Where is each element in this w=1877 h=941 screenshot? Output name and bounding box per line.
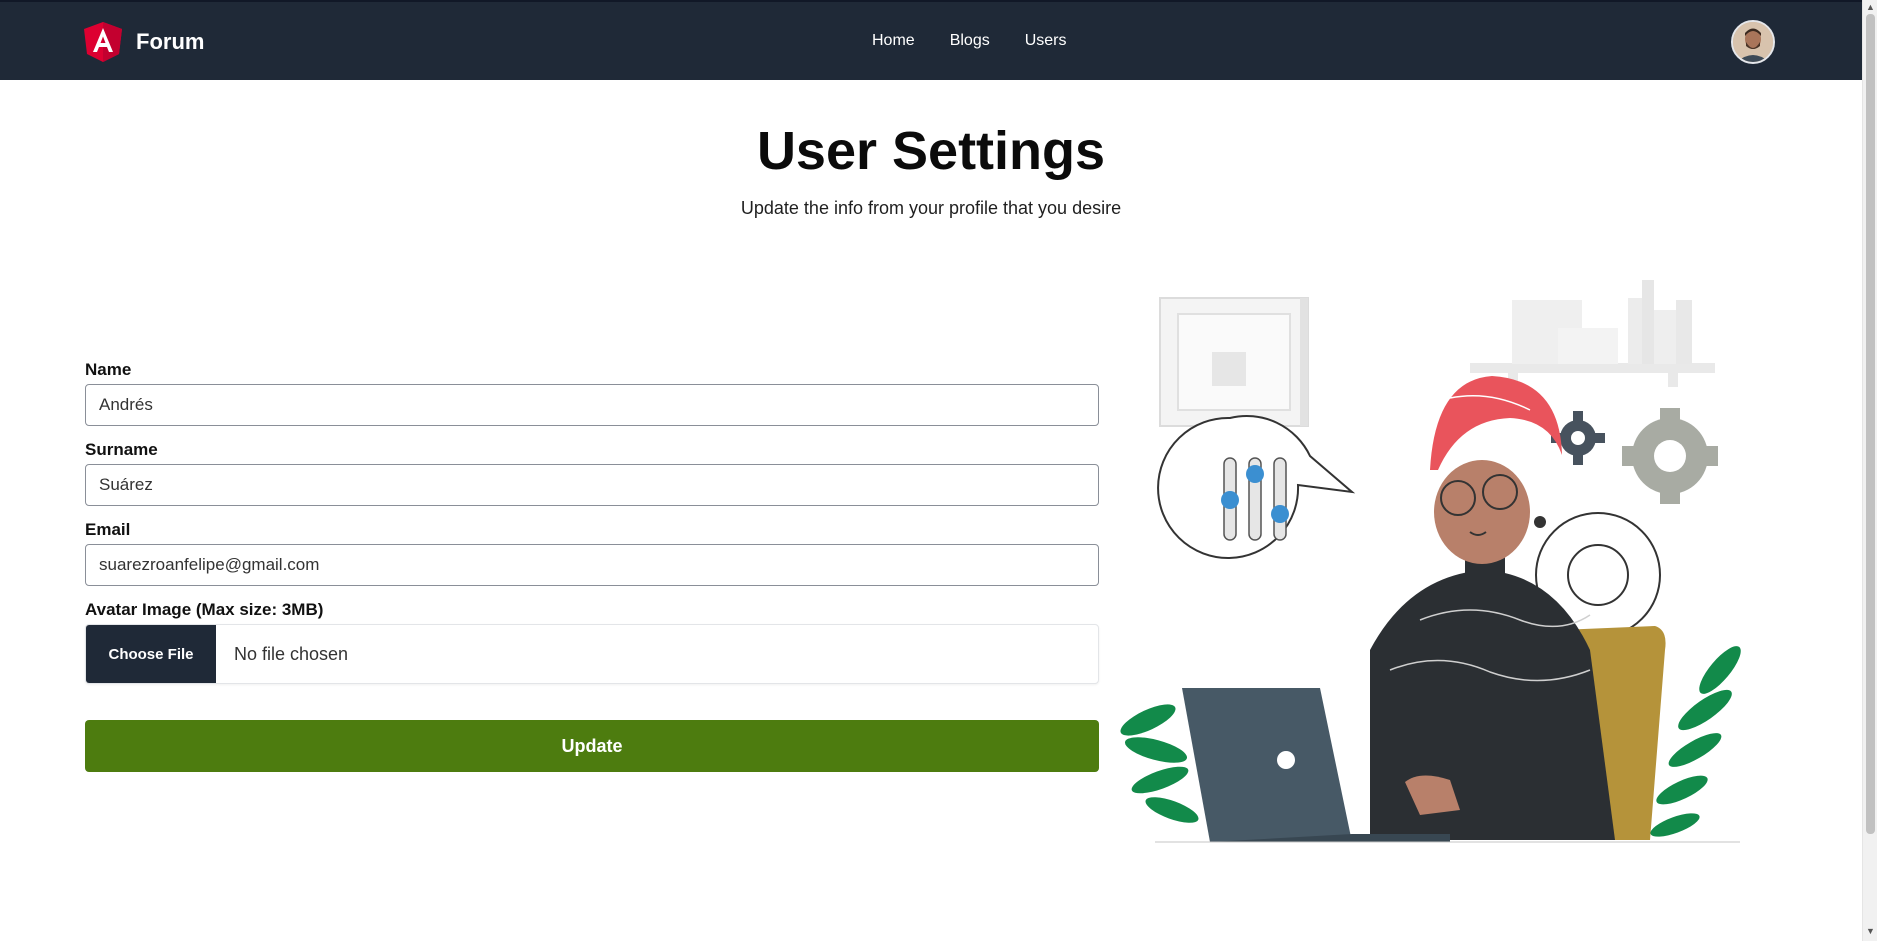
email-input[interactable] (85, 544, 1099, 586)
brand-link[interactable]: Forum (84, 22, 204, 62)
user-avatar[interactable] (1731, 20, 1775, 64)
file-status: No file chosen (234, 643, 349, 664)
choose-file-button[interactable]: Choose File (86, 625, 216, 683)
brand-name: Forum (136, 29, 205, 54)
sliders-speech-bubble-icon (1157, 415, 1356, 559)
surname-label: Surname (85, 440, 158, 459)
avatar-image-label: Avatar Image (Max size: 3MB) (85, 600, 324, 619)
page: Forum Home Blogs Users ▲ ▼ User Settings… (0, 0, 1877, 941)
navbar: Forum Home Blogs Users (0, 0, 1862, 80)
settings-illustration (1120, 280, 1741, 843)
email-label: Email (85, 520, 131, 539)
avatar-photo-icon (1733, 22, 1773, 62)
shelf-icon (1470, 280, 1715, 387)
nav-link-home[interactable]: Home (872, 32, 915, 50)
nav-links: Home Blogs Users (872, 32, 1067, 50)
scroll-down-icon[interactable]: ▼ (1865, 926, 1876, 937)
name-input[interactable] (85, 384, 1099, 426)
vertical-scrollbar[interactable]: ▲ ▼ (1862, 0, 1877, 941)
update-button[interactable]: Update (85, 720, 1099, 772)
scroll-up-icon[interactable]: ▲ (1865, 2, 1876, 13)
wall-frame-icon (1159, 297, 1309, 427)
scroll-thumb[interactable] (1866, 14, 1875, 834)
settings-form: Name Surname Email Avatar Image (Max siz… (85, 360, 1099, 772)
page-subtitle: Update the info from your profile that y… (740, 198, 1122, 218)
gears-icon (1535, 408, 1718, 638)
nav-link-users[interactable]: Users (1025, 32, 1067, 50)
angular-logo-icon (84, 22, 122, 62)
surname-input[interactable] (85, 464, 1099, 506)
avatar-file-input[interactable]: Choose File No file chosen (85, 624, 1099, 684)
nav-link-blogs[interactable]: Blogs (950, 32, 990, 50)
name-label: Name (85, 360, 132, 379)
page-title: User Settings (756, 121, 1106, 181)
